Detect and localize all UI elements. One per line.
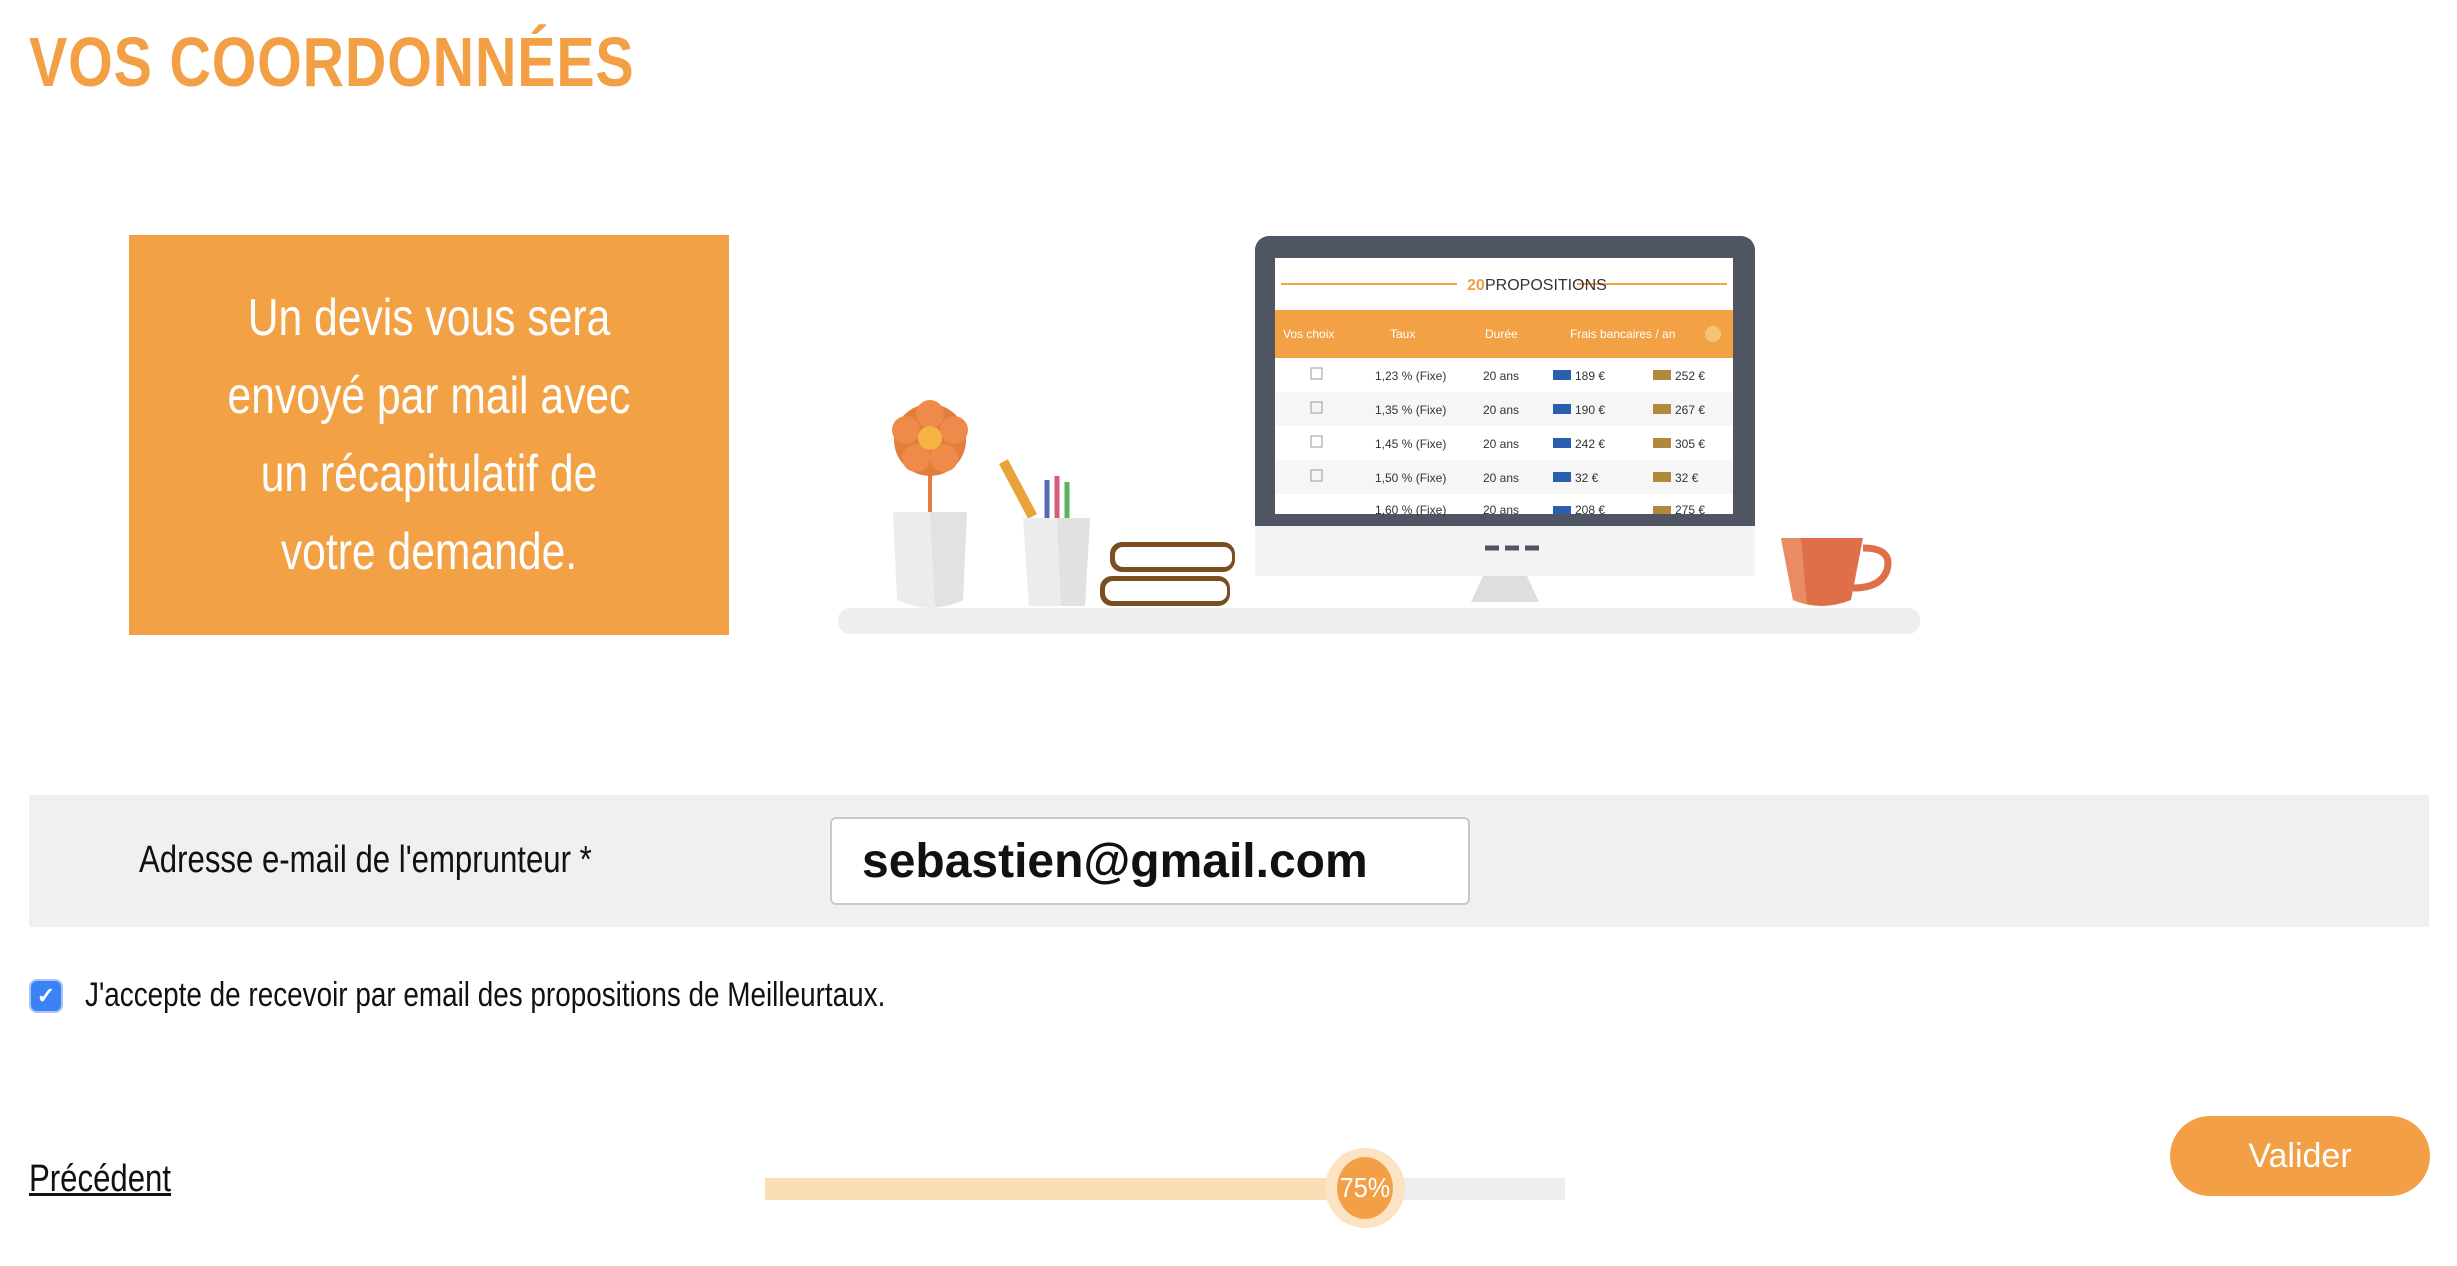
consent-row: ✓ J'accepte de recevoir par email des pr… [31, 976, 1061, 1015]
screen-row-duration: 20 ans [1483, 437, 1519, 451]
desk-illustration: 20 PROPOSITIONS Vos choix Taux Durée Fra… [838, 236, 1920, 634]
info-box: Un devis vous sera envoyé par mail avec … [129, 235, 729, 635]
screen-count: 20 [1467, 277, 1485, 294]
screen-row-fee2: 305 € [1675, 437, 1705, 451]
progress-fill [765, 1178, 1365, 1200]
screen-row-fee1: 32 € [1575, 471, 1599, 485]
pencil-cup-icon [999, 459, 1090, 606]
screen-col-choix: Vos choix [1283, 327, 1334, 341]
books-icon [1100, 542, 1235, 606]
submit-button[interactable]: Valider [2170, 1116, 2430, 1196]
screen-row-fee2: 275 € [1675, 503, 1705, 517]
screen-row-rate: 1,23 % (Fixe) [1375, 369, 1446, 383]
email-section: Adresse e-mail de l'emprunteur * [29, 795, 2429, 927]
screen-row-fee1: 208 € [1575, 503, 1605, 517]
checkmark-icon: ✓ [36, 982, 56, 1008]
screen-row-fee2: 32 € [1675, 471, 1699, 485]
screen-col-frais: Frais bancaires / an [1570, 327, 1675, 341]
screen-col-taux: Taux [1390, 327, 1415, 341]
screen-row-duration: 20 ans [1483, 503, 1519, 517]
screen-col-duree: Durée [1485, 327, 1518, 341]
screen-row-rate: 1,45 % (Fixe) [1375, 437, 1446, 451]
screen-row-duration: 20 ans [1483, 369, 1519, 383]
info-text: Un devis vous sera envoyé par mail avec … [227, 289, 631, 581]
progress-bar [765, 1178, 1565, 1200]
screen-row-rate: 1,60 % (Fixe) [1375, 503, 1446, 517]
screen-row-fee1: 190 € [1575, 403, 1605, 417]
progress-label: 75% [1337, 1157, 1393, 1219]
screen-row-duration: 20 ans [1483, 403, 1519, 417]
monitor-icon: 20 PROPOSITIONS Vos choix Taux Durée Fra… [1255, 236, 1755, 602]
screen-row-fee1: 242 € [1575, 437, 1605, 451]
flower-vase-icon [892, 400, 968, 608]
coffee-cup-icon [1781, 538, 1892, 606]
screen-row-duration: 20 ans [1483, 471, 1519, 485]
screen-row-rate: 1,50 % (Fixe) [1375, 471, 1446, 485]
progress-indicator: 75% [1325, 1148, 1405, 1228]
consent-checkbox[interactable]: ✓ [31, 980, 61, 1011]
page-title: VOS COORDONNÉES [29, 23, 635, 101]
screen-header-label: PROPOSITIONS [1485, 277, 1607, 294]
email-field[interactable] [830, 817, 1470, 905]
email-label: Adresse e-mail de l'emprunteur * [139, 839, 592, 881]
consent-label: J'accepte de recevoir par email des prop… [85, 976, 886, 1014]
previous-link[interactable]: Précédent [29, 1158, 171, 1201]
screen-row-fee1: 189 € [1575, 369, 1605, 383]
screen-row-rate: 1,35 % (Fixe) [1375, 403, 1446, 417]
screen-row-fee2: 252 € [1675, 369, 1705, 383]
screen-row-fee2: 267 € [1675, 403, 1705, 417]
